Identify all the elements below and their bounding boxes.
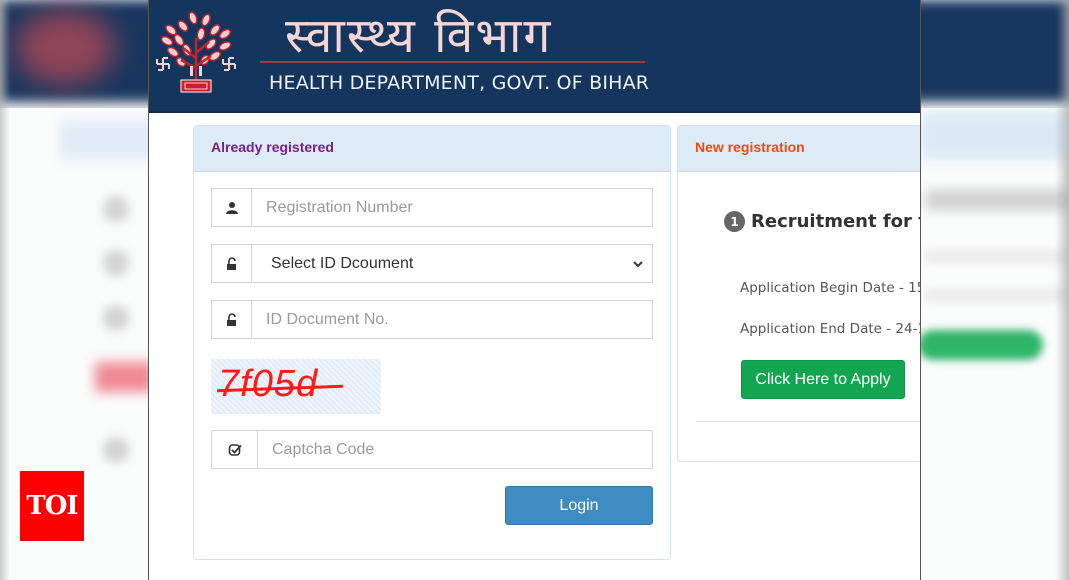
login-panel: Already registered Select ID Dcoument 7f… <box>193 125 671 560</box>
header-title-hindi: स्वास्थ्य विभाग <box>285 8 553 64</box>
registration-number-input[interactable] <box>252 189 652 226</box>
id-document-group: Select ID Dcoument <box>211 244 653 283</box>
blurred-button <box>918 330 1043 360</box>
blurred-logo <box>15 10 115 85</box>
apply-button[interactable]: Click Here to Apply <box>741 360 905 399</box>
edge-shadow-left <box>0 0 10 580</box>
new-registration-panel: New registration 1 Recruitment for the A… <box>677 125 921 462</box>
site-header: स्वास्थ्य विभाग HEALTH DEPARTMENT, GOVT.… <box>149 0 920 113</box>
registration-number-group <box>211 188 653 227</box>
user-icon <box>212 189 252 226</box>
login-panel-title: Already registered <box>194 126 670 172</box>
captcha-code-group <box>211 430 653 469</box>
blurred-text <box>925 290 1069 300</box>
id-document-select[interactable]: Select ID Dcoument <box>252 245 652 282</box>
item-number-badge: 1 <box>724 211 745 232</box>
id-document-no-input[interactable] <box>252 301 652 338</box>
unlock-icon <box>212 301 252 338</box>
captcha-code-input[interactable] <box>258 431 652 468</box>
blurred-text <box>925 252 1069 262</box>
toi-watermark-logo: TOI <box>20 471 84 541</box>
blurred-panel-header-right <box>920 112 1069 160</box>
blurred-icon <box>103 196 129 222</box>
edge-shadow-right <box>1055 0 1069 580</box>
blurred-icon <box>103 250 129 276</box>
captcha-text: 7f05d <box>218 363 319 405</box>
captcha-image: 7f05d <box>211 359 381 414</box>
unlock-icon <box>212 245 252 282</box>
new-registration-title: New registration <box>678 126 920 172</box>
blurred-captcha <box>95 362 155 392</box>
header-divider <box>260 61 645 63</box>
bihar-emblem-icon <box>156 11 236 93</box>
recruitment-heading: 1 Recruitment for the <box>724 211 920 232</box>
blurred-panel-header <box>60 120 160 160</box>
blurred-text <box>925 190 1069 210</box>
id-document-selected-value: Select ID Dcoument <box>271 254 414 272</box>
application-begin-date: Application Begin Date - 15- <box>740 280 921 296</box>
chevron-down-icon <box>633 260 643 267</box>
blurred-icon <box>103 305 129 331</box>
panel-divider <box>696 421 920 422</box>
id-document-no-group <box>211 300 653 339</box>
recruitment-title: Recruitment for the <box>751 211 920 232</box>
page-frame: स्वास्थ्य विभाग HEALTH DEPARTMENT, GOVT.… <box>148 0 921 580</box>
blurred-icon <box>103 437 129 463</box>
application-end-date: Application End Date - 24-1 <box>740 321 921 337</box>
login-button[interactable]: Login <box>505 486 653 525</box>
check-square-icon <box>212 431 258 468</box>
header-title-english: HEALTH DEPARTMENT, GOVT. OF BIHAR <box>269 72 650 94</box>
